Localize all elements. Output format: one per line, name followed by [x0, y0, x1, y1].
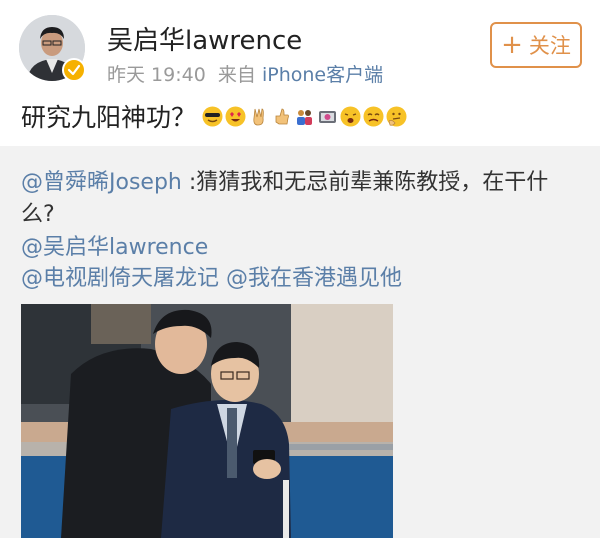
repost-line-4: @电视剧倚天屠龙记 @我在香港遇见他 — [21, 260, 402, 292]
post-time: 昨天 19:40 — [107, 64, 206, 86]
repost-text-2: 么? — [21, 202, 55, 227]
repost-card[interactable]: @曾舜晞Joseph :猜猜我和无忌前辈兼陈教授，在干什 么? @吴启华lawr… — [0, 146, 600, 538]
repost-line-2: 么? — [21, 196, 55, 228]
plus-icon: + — [501, 30, 523, 60]
post-source[interactable]: iPhone客户端 — [262, 64, 383, 86]
post-content: 研究九阳神功？ — [21, 98, 407, 134]
mention-joseph[interactable]: @曾舜晞Joseph — [21, 170, 182, 195]
post-meta: 昨天 19:40 来自 iPhone客户端 — [107, 60, 383, 87]
post-header: 吴启华lawrence 昨天 19:40 来自 iPhone客户端 + 关注 — [0, 0, 600, 92]
camera-icon — [317, 105, 338, 127]
repost-text-1: :猜猜我和无忌前辈兼陈教授，在干什 — [181, 170, 549, 195]
username[interactable]: 吴启华lawrence — [107, 20, 302, 57]
thinking-face-icon — [386, 105, 407, 127]
heart-eyes-face-icon — [225, 105, 246, 127]
mention-hongkong[interactable]: @我在香港遇见他 — [226, 266, 402, 291]
emoji-row — [202, 105, 407, 127]
post-photo[interactable] — [21, 304, 393, 538]
weary-face-icon — [363, 105, 384, 127]
source-prefix: 来自 — [217, 64, 256, 86]
verified-badge-icon — [62, 58, 86, 82]
mention-lawrence[interactable]: @吴启华lawrence — [21, 235, 208, 260]
thumbs-up-icon — [271, 105, 292, 127]
post-text: 研究九阳神功？ — [21, 103, 197, 132]
repost-line-1: @曾舜晞Joseph :猜猜我和无忌前辈兼陈教授，在干什 — [21, 164, 548, 196]
victory-hand-icon — [248, 105, 269, 127]
follow-label: 关注 — [528, 34, 571, 58]
mention-tv-drama[interactable]: @电视剧倚天屠龙记 — [21, 266, 219, 291]
repost-line-3: @吴启华lawrence — [21, 229, 208, 261]
sunglasses-face-icon — [202, 105, 223, 127]
follow-button[interactable]: + 关注 — [490, 22, 582, 68]
people-icon — [294, 105, 315, 127]
tired-face-icon — [340, 105, 361, 127]
